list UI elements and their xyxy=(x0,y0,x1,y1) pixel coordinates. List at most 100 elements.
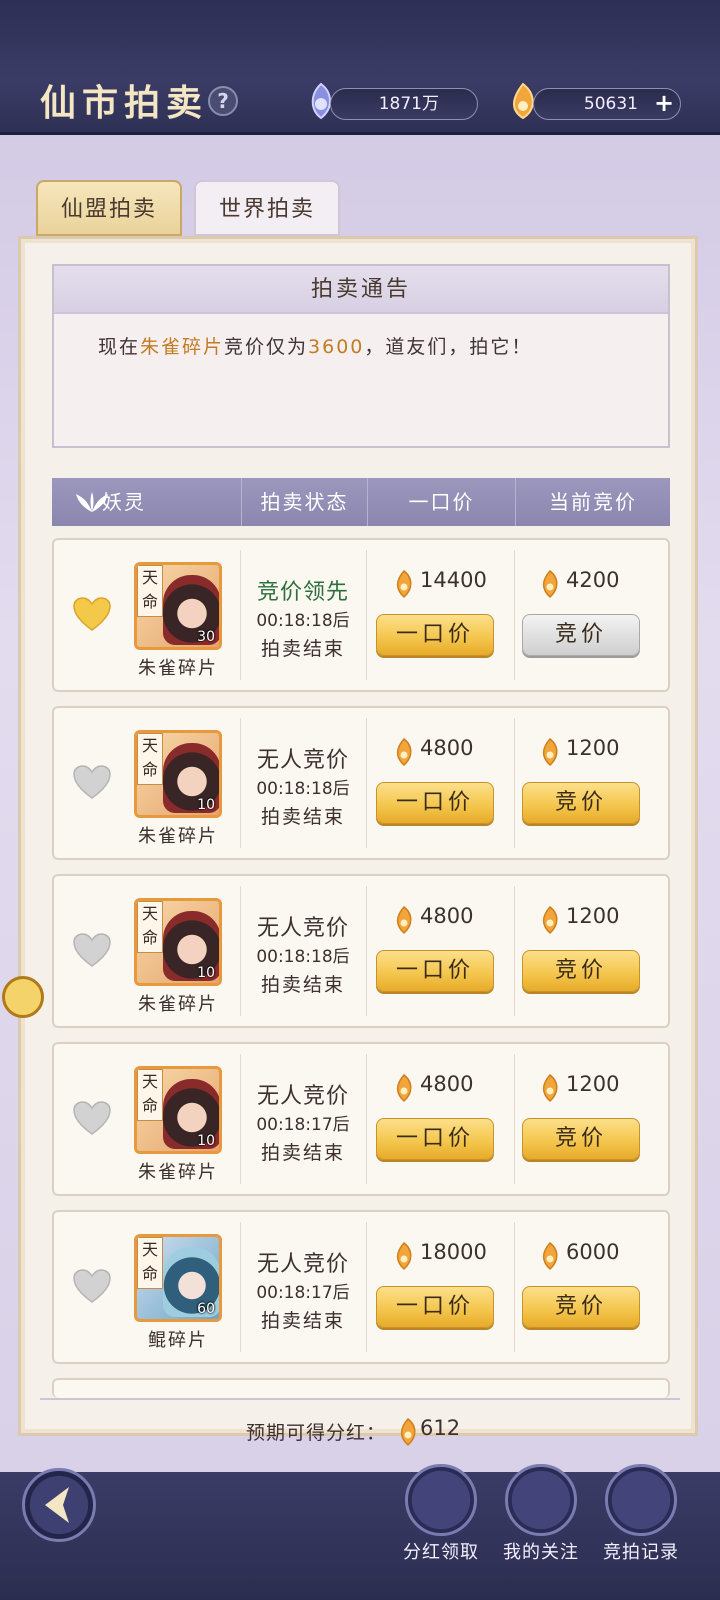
floating-pet-icon[interactable] xyxy=(2,976,44,1018)
auction-status: 竞价领先 xyxy=(256,580,349,605)
chest-icon xyxy=(405,1464,477,1536)
table-row: 天命 30 朱雀碎片 竞价领先 00:18:18后 拍卖结束 14400 420… xyxy=(52,538,670,692)
auction-status: 无人竞价 xyxy=(256,916,349,941)
item-card[interactable]: 天命 10 xyxy=(134,1066,222,1154)
table-row: 天命 10 朱雀碎片 无人竞价 00:18:18后 拍卖结束 4800 1200… xyxy=(52,706,670,860)
tab-world-auction[interactable]: 世界拍卖 xyxy=(194,180,340,236)
item-level: 10 xyxy=(197,965,215,981)
notice-item: 朱雀碎片 xyxy=(140,336,225,358)
notice-prefix: 现在 xyxy=(98,336,141,358)
item-name: 朱雀碎片 xyxy=(138,994,218,1015)
gold-flame-icon xyxy=(400,1418,416,1446)
buyout-button[interactable]: 一口价 xyxy=(376,1118,494,1160)
item-card[interactable]: 天命 60 xyxy=(134,1234,222,1322)
auction-time: 00:18:18后 xyxy=(256,947,350,967)
tab-alliance-auction[interactable]: 仙盟拍卖 xyxy=(36,180,182,236)
current-bid: 1200 xyxy=(566,1072,620,1096)
auction-status: 无人竞价 xyxy=(256,1252,349,1277)
bid-button[interactable]: 竞价 xyxy=(522,782,640,824)
nav-bid-records-label: 竞拍记录 xyxy=(603,1542,679,1563)
bid-button[interactable]: 竞价 xyxy=(522,950,640,992)
bid-button[interactable]: 竞价 xyxy=(522,614,640,656)
gold-flame-icon xyxy=(396,1074,412,1102)
notice-middle: 竞价仅为 xyxy=(224,336,309,358)
item-card[interactable]: 天命 30 xyxy=(134,562,222,650)
bid-button[interactable]: 竞价 xyxy=(522,1286,640,1328)
gold-flame-icon xyxy=(396,738,412,766)
notice-text: 现在朱雀碎片竞价仅为3600，道友们，拍它！ xyxy=(54,314,668,359)
buyout-button[interactable]: 一口价 xyxy=(376,950,494,992)
help-icon[interactable]: ? xyxy=(208,86,238,116)
col-buyout: 一口价 xyxy=(368,478,516,526)
tianming-tag: 天命 xyxy=(137,565,163,617)
item-level: 10 xyxy=(197,797,215,813)
auction-end-label: 拍卖结束 xyxy=(260,806,345,828)
currency-spirit-stone: 1871万 xyxy=(330,88,478,120)
gold-flame-icon xyxy=(542,906,558,934)
auction-notice: 拍卖通告 现在朱雀碎片竞价仅为3600，道友们，拍它！ xyxy=(52,264,670,448)
table-header: 妖灵 拍卖状态 一口价 当前竞价 xyxy=(52,478,670,526)
item-name: 朱雀碎片 xyxy=(138,658,218,679)
gold-flame-icon xyxy=(396,570,412,598)
item-name: 鲲碎片 xyxy=(148,1330,208,1351)
current-bid: 1200 xyxy=(566,904,620,928)
records-icon xyxy=(605,1464,677,1536)
notice-price: 3600 xyxy=(308,336,365,358)
item-name: 朱雀碎片 xyxy=(138,1162,218,1183)
item-name: 朱雀碎片 xyxy=(138,826,218,847)
gold-flame-icon xyxy=(542,738,558,766)
table-row: 天命 60 鲲碎片 无人竞价 00:18:17后 拍卖结束 18000 6000… xyxy=(52,1210,670,1364)
auction-time: 00:18:17后 xyxy=(256,1115,350,1135)
buyout-price: 14400 xyxy=(420,568,487,592)
buyout-button[interactable]: 一口价 xyxy=(376,782,494,824)
gold-flame-icon xyxy=(542,570,558,598)
favorite-heart-icon[interactable] xyxy=(72,1268,112,1304)
gold-flame-icon xyxy=(396,906,412,934)
auction-status: 无人竞价 xyxy=(256,1084,349,1109)
tianming-tag: 天命 xyxy=(137,901,163,953)
nav-dividend-claim[interactable]: 分红领取 xyxy=(396,1464,486,1564)
buyout-price: 4800 xyxy=(420,904,474,928)
favorite-heart-icon[interactable] xyxy=(72,596,112,632)
buyout-price: 4800 xyxy=(420,736,474,760)
favorite-heart-icon[interactable] xyxy=(72,932,112,968)
notice-suffix: ，道友们，拍它！ xyxy=(364,336,533,358)
auction-time: 00:18:18后 xyxy=(256,611,350,631)
item-level: 10 xyxy=(197,1133,215,1149)
nav-bid-records[interactable]: 竞拍记录 xyxy=(596,1464,686,1564)
auction-end-label: 拍卖结束 xyxy=(260,1310,345,1332)
table-row: 天命 10 朱雀碎片 无人竞价 00:18:17后 拍卖结束 4800 1200… xyxy=(52,1042,670,1196)
tianming-tag: 天命 xyxy=(137,1069,163,1121)
buyout-price: 4800 xyxy=(420,1072,474,1096)
item-card[interactable]: 天命 10 xyxy=(134,898,222,986)
dividend-value: 612 xyxy=(420,1416,461,1440)
buyout-button[interactable]: 一口价 xyxy=(376,614,494,656)
gold-flame-icon xyxy=(396,1242,412,1270)
notice-title: 拍卖通告 xyxy=(54,266,668,314)
gold-flame-icon xyxy=(542,1074,558,1102)
back-arrow-icon xyxy=(45,1487,69,1523)
nav-dividend-claim-label: 分红领取 xyxy=(403,1542,479,1563)
page-title: 仙市拍卖 xyxy=(40,82,209,124)
favorite-heart-icon[interactable] xyxy=(72,1100,112,1136)
col-current-bid: 当前竞价 xyxy=(549,490,637,514)
tianming-tag: 天命 xyxy=(137,733,163,785)
divider xyxy=(40,1398,680,1400)
nav-my-follows-label: 我的关注 xyxy=(503,1542,579,1563)
add-currency-icon[interactable]: + xyxy=(652,91,676,116)
buyout-button[interactable]: 一口价 xyxy=(376,1286,494,1328)
spirit-leaf-icon xyxy=(76,492,108,512)
auction-end-label: 拍卖结束 xyxy=(260,1142,345,1164)
back-button[interactable] xyxy=(22,1468,96,1542)
tianming-tag: 天命 xyxy=(137,1237,163,1289)
bid-button[interactable]: 竞价 xyxy=(522,1118,640,1160)
col-status: 拍卖状态 xyxy=(242,478,368,526)
buyout-price: 18000 xyxy=(420,1240,487,1264)
hammer-icon xyxy=(505,1464,577,1536)
favorite-heart-icon[interactable] xyxy=(72,764,112,800)
dividend-label: 预期可得分红： xyxy=(246,1422,387,1444)
item-card[interactable]: 天命 10 xyxy=(134,730,222,818)
current-bid: 1200 xyxy=(566,736,620,760)
auction-end-label: 拍卖结束 xyxy=(260,638,345,660)
nav-my-follows[interactable]: 我的关注 xyxy=(496,1464,586,1564)
